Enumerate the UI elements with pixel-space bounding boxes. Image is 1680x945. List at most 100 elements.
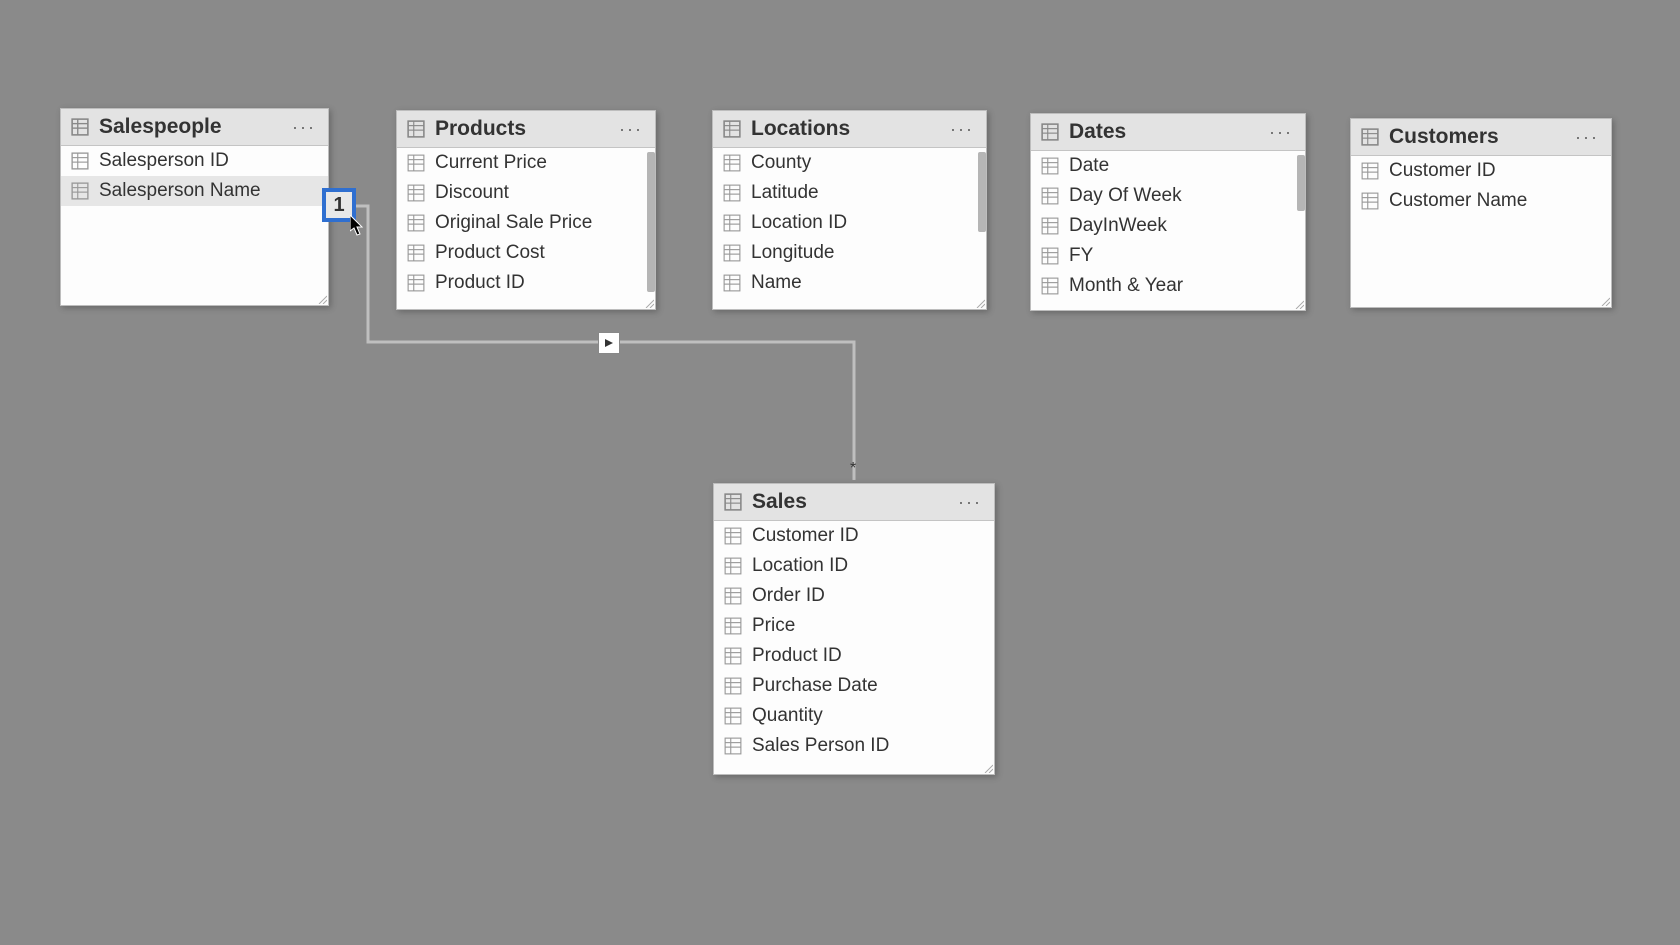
field-name: Customer ID	[1389, 160, 1496, 182]
table-header[interactable]: Dates ···	[1031, 114, 1305, 151]
field-row[interactable]: Customer ID	[714, 521, 994, 551]
table-title: Dates	[1069, 120, 1265, 144]
field-row[interactable]: Latitude	[713, 178, 986, 208]
more-options-icon[interactable]: ···	[288, 117, 320, 138]
column-icon	[1041, 247, 1059, 265]
table-dates[interactable]: Dates ··· Date Day Of Week DayInWeek FY …	[1030, 113, 1306, 311]
table-products[interactable]: Products ··· Current Price Discount Orig…	[396, 110, 656, 310]
scrollbar-thumb[interactable]	[1297, 155, 1305, 211]
filter-direction-icon[interactable]	[598, 332, 620, 354]
field-name: Month & Year	[1069, 275, 1183, 297]
field-row[interactable]: Product Cost	[397, 238, 655, 268]
column-icon	[407, 274, 425, 292]
field-row[interactable]: Original Sale Price	[397, 208, 655, 238]
field-row[interactable]: Sales Person ID	[714, 731, 994, 761]
scrollbar-thumb[interactable]	[978, 152, 986, 232]
resize-handle-icon[interactable]	[975, 298, 985, 308]
field-row[interactable]: FY	[1031, 241, 1305, 271]
field-row[interactable]: DayInWeek	[1031, 211, 1305, 241]
play-arrow-icon	[604, 338, 614, 348]
field-row[interactable]: Purchase Date	[714, 671, 994, 701]
field-name: Discount	[435, 182, 509, 204]
table-icon	[724, 493, 742, 511]
column-icon	[1041, 277, 1059, 295]
table-header[interactable]: Products ···	[397, 111, 655, 148]
table-icon	[407, 120, 425, 138]
field-row[interactable]: Salesperson Name	[61, 176, 328, 206]
column-icon	[1041, 157, 1059, 175]
column-icon	[723, 154, 741, 172]
column-icon	[724, 707, 742, 725]
table-icon	[71, 118, 89, 136]
field-name: Date	[1069, 155, 1109, 177]
table-header[interactable]: Locations ···	[713, 111, 986, 148]
field-row[interactable]: Order ID	[714, 581, 994, 611]
more-options-icon[interactable]: ···	[954, 492, 986, 513]
field-row[interactable]: Discount	[397, 178, 655, 208]
field-name: Name	[751, 272, 802, 294]
resize-handle-icon[interactable]	[1294, 299, 1304, 309]
table-header[interactable]: Customers ···	[1351, 119, 1611, 156]
table-title: Locations	[751, 117, 946, 141]
field-row[interactable]: Location ID	[713, 208, 986, 238]
column-icon	[71, 182, 89, 200]
field-row[interactable]: Day Of Week	[1031, 181, 1305, 211]
column-icon	[407, 244, 425, 262]
column-icon	[723, 214, 741, 232]
field-row[interactable]: County	[713, 148, 986, 178]
field-row[interactable]: Date	[1031, 151, 1305, 181]
field-name: Customer Name	[1389, 190, 1527, 212]
resize-handle-icon[interactable]	[1600, 296, 1610, 306]
column-icon	[724, 677, 742, 695]
field-name: Product Cost	[435, 242, 545, 264]
cardinality-many-badge: *	[850, 460, 860, 470]
column-icon	[1041, 187, 1059, 205]
column-icon	[723, 184, 741, 202]
table-header[interactable]: Salespeople ···	[61, 109, 328, 146]
field-row[interactable]: Location ID	[714, 551, 994, 581]
table-locations[interactable]: Locations ··· County Latitude Location I…	[712, 110, 987, 310]
field-list: County Latitude Location ID Longitude Na…	[713, 148, 986, 298]
table-customers[interactable]: Customers ··· Customer ID Customer Name	[1350, 118, 1612, 308]
more-options-icon[interactable]: ···	[946, 119, 978, 140]
field-list: Date Day Of Week DayInWeek FY Month & Ye…	[1031, 151, 1305, 301]
field-row[interactable]: Longitude	[713, 238, 986, 268]
model-canvas[interactable]: Salespeople ··· Salesperson ID Salespers…	[0, 0, 1680, 945]
field-name: Customer ID	[752, 525, 859, 547]
table-salespeople[interactable]: Salespeople ··· Salesperson ID Salespers…	[60, 108, 329, 306]
resize-handle-icon[interactable]	[983, 763, 993, 773]
field-row[interactable]: Customer ID	[1351, 156, 1611, 186]
column-icon	[723, 244, 741, 262]
more-options-icon[interactable]: ···	[1571, 127, 1603, 148]
field-name: FY	[1069, 245, 1093, 267]
cardinality-many-label: *	[850, 460, 856, 477]
table-header[interactable]: Sales ···	[714, 484, 994, 521]
column-icon	[1041, 217, 1059, 235]
field-row[interactable]: Salesperson ID	[61, 146, 328, 176]
field-row[interactable]: Price	[714, 611, 994, 641]
more-options-icon[interactable]: ···	[615, 119, 647, 140]
table-icon	[723, 120, 741, 138]
scrollbar-thumb[interactable]	[647, 152, 655, 292]
cardinality-one-label: 1	[333, 194, 344, 217]
field-name: Salesperson Name	[99, 180, 261, 202]
table-icon	[1041, 123, 1059, 141]
field-row[interactable]: Product ID	[714, 641, 994, 671]
field-list: Customer ID Customer Name	[1351, 156, 1611, 216]
table-sales[interactable]: Sales ··· Customer ID Location ID Order …	[713, 483, 995, 775]
field-name: DayInWeek	[1069, 215, 1167, 237]
field-row[interactable]: Month & Year	[1031, 271, 1305, 301]
field-row[interactable]: Customer Name	[1351, 186, 1611, 216]
more-options-icon[interactable]: ···	[1265, 122, 1297, 143]
field-row[interactable]: Product ID	[397, 268, 655, 298]
resize-handle-icon[interactable]	[317, 294, 327, 304]
field-row[interactable]: Quantity	[714, 701, 994, 731]
field-name: Purchase Date	[752, 675, 878, 697]
field-list: Current Price Discount Original Sale Pri…	[397, 148, 655, 298]
field-row[interactable]: Current Price	[397, 148, 655, 178]
resize-handle-icon[interactable]	[644, 298, 654, 308]
table-title: Sales	[752, 490, 954, 514]
cardinality-one-badge[interactable]: 1	[322, 188, 356, 222]
field-name: Price	[752, 615, 795, 637]
field-row[interactable]: Name	[713, 268, 986, 298]
